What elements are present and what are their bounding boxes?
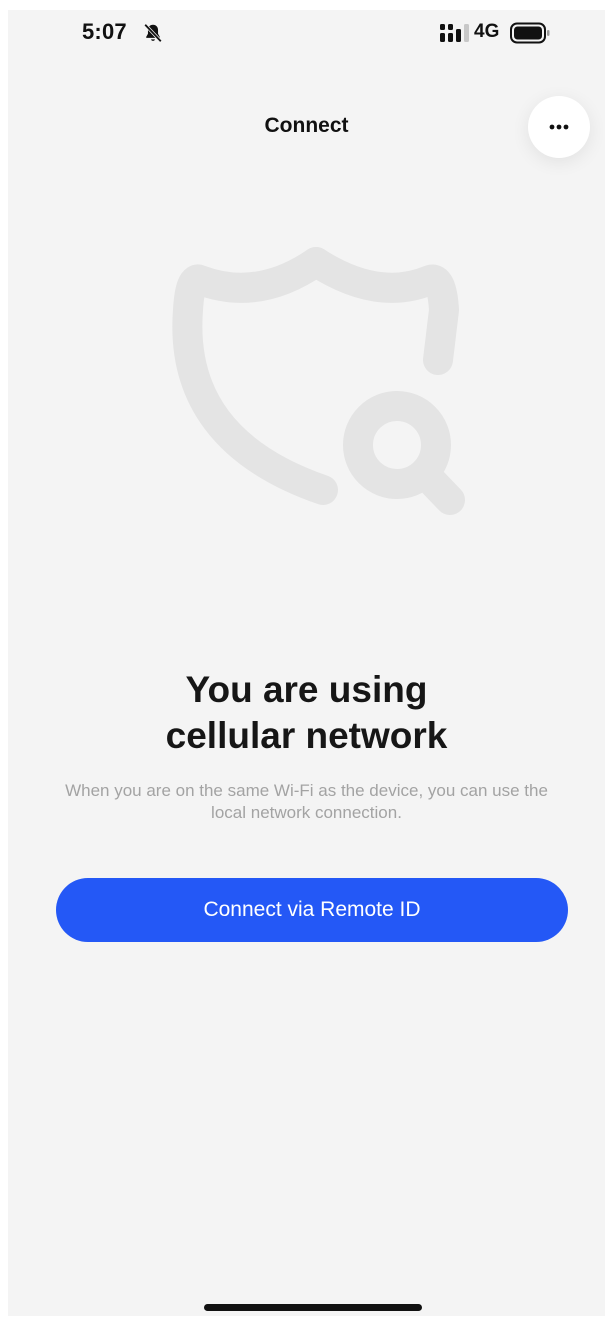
status-heading: You are using cellular network — [8, 667, 605, 759]
ellipsis-icon — [549, 124, 569, 130]
battery-icon — [510, 22, 550, 44]
bell-slash-icon — [144, 23, 162, 43]
shield-search-icon — [172, 247, 465, 515]
heading-line-2: cellular network — [165, 715, 448, 756]
page-title: Connect — [264, 114, 349, 137]
network-type: 4G — [474, 21, 500, 42]
heading-line-1: You are using — [185, 669, 428, 710]
connect-remote-id-button[interactable]: Connect via Remote ID — [56, 878, 568, 942]
status-time: 5:07 — [82, 19, 127, 44]
more-options-button[interactable] — [528, 96, 590, 158]
status-bar: 5:07 4G — [8, 10, 605, 54]
signal-icon — [440, 24, 469, 42]
home-indicator[interactable] — [204, 1304, 422, 1311]
app-screen: 5:07 4G Connect You are using cellular n… — [8, 10, 605, 1316]
description-text: When you are on the same Wi-Fi as the de… — [65, 781, 548, 822]
